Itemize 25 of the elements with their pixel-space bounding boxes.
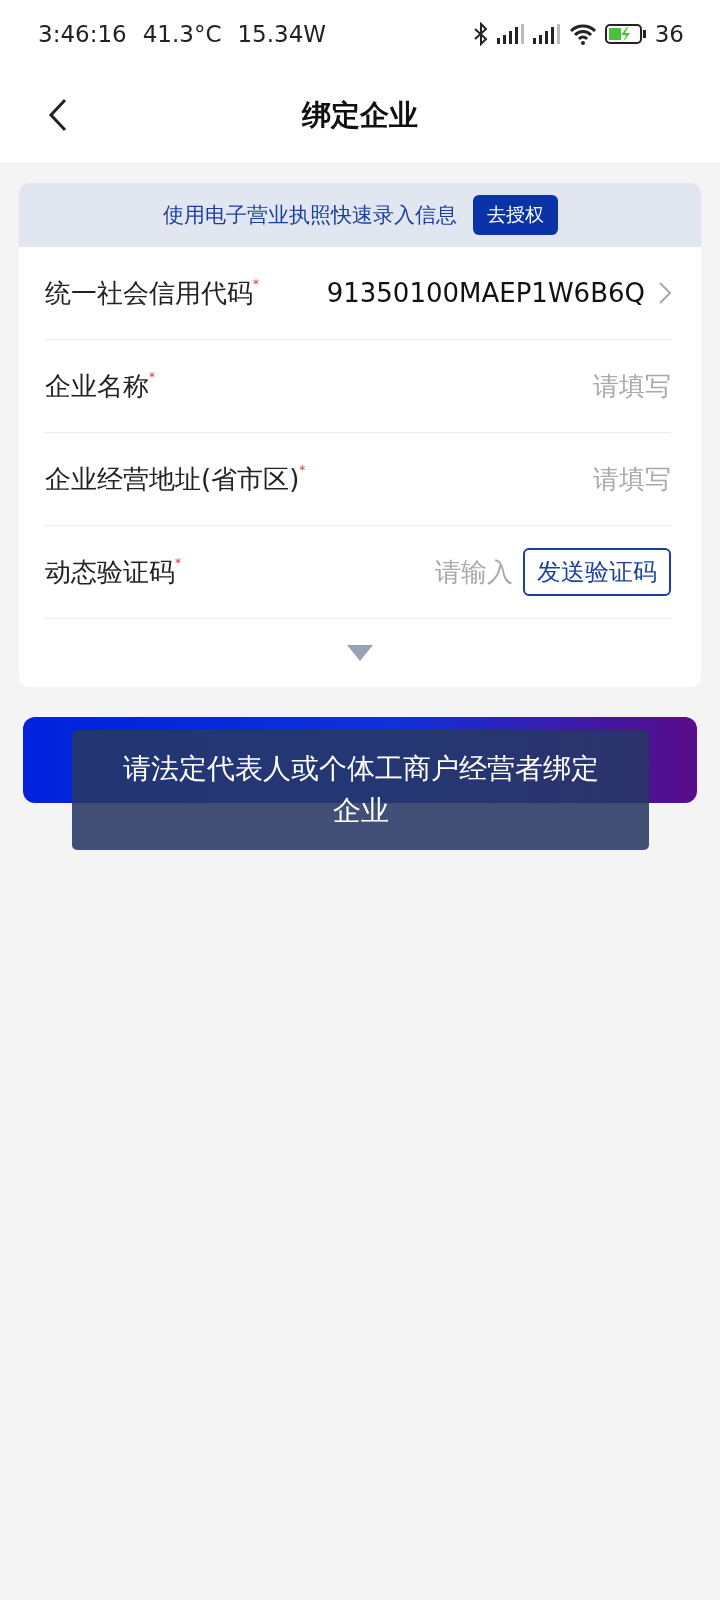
- banner-text: 使用电子营业执照快速录入信息: [162, 202, 457, 229]
- field-label: 企业经营地址(省市区): [45, 462, 300, 496]
- chevron-icon: [659, 282, 671, 304]
- battery-level: 36: [654, 21, 684, 47]
- required-mark: *: [253, 277, 259, 291]
- battery-icon: [604, 23, 647, 45]
- power-reading: 15.34W: [237, 21, 327, 47]
- required-mark: *: [299, 463, 306, 477]
- clock-time: 3:46:16: [38, 21, 127, 47]
- temperature-reading: 41.3°C: [142, 21, 222, 47]
- back-icon[interactable]: [48, 98, 68, 132]
- required-mark: *: [175, 556, 181, 570]
- signal-icon: [532, 24, 561, 44]
- required-mark: *: [149, 370, 155, 384]
- message-toast: 请法定代表人或个体工商户经营者绑定企业: [72, 730, 649, 850]
- wifi-icon: [568, 23, 597, 45]
- page-title: 绑定企业: [302, 96, 418, 134]
- bluetooth-icon: [472, 22, 489, 46]
- signal-icon: [496, 24, 525, 44]
- authorize-button[interactable]: 去授权: [472, 195, 558, 235]
- send-code-button[interactable]: 发送验证码: [523, 548, 671, 596]
- field-label: 统一社会信用代码: [45, 276, 253, 310]
- field-label: 动态验证码: [45, 555, 175, 589]
- field-label: 企业名称: [45, 369, 149, 403]
- field-value[interactable]: 91350100MAEP1W6B6Q: [326, 278, 645, 308]
